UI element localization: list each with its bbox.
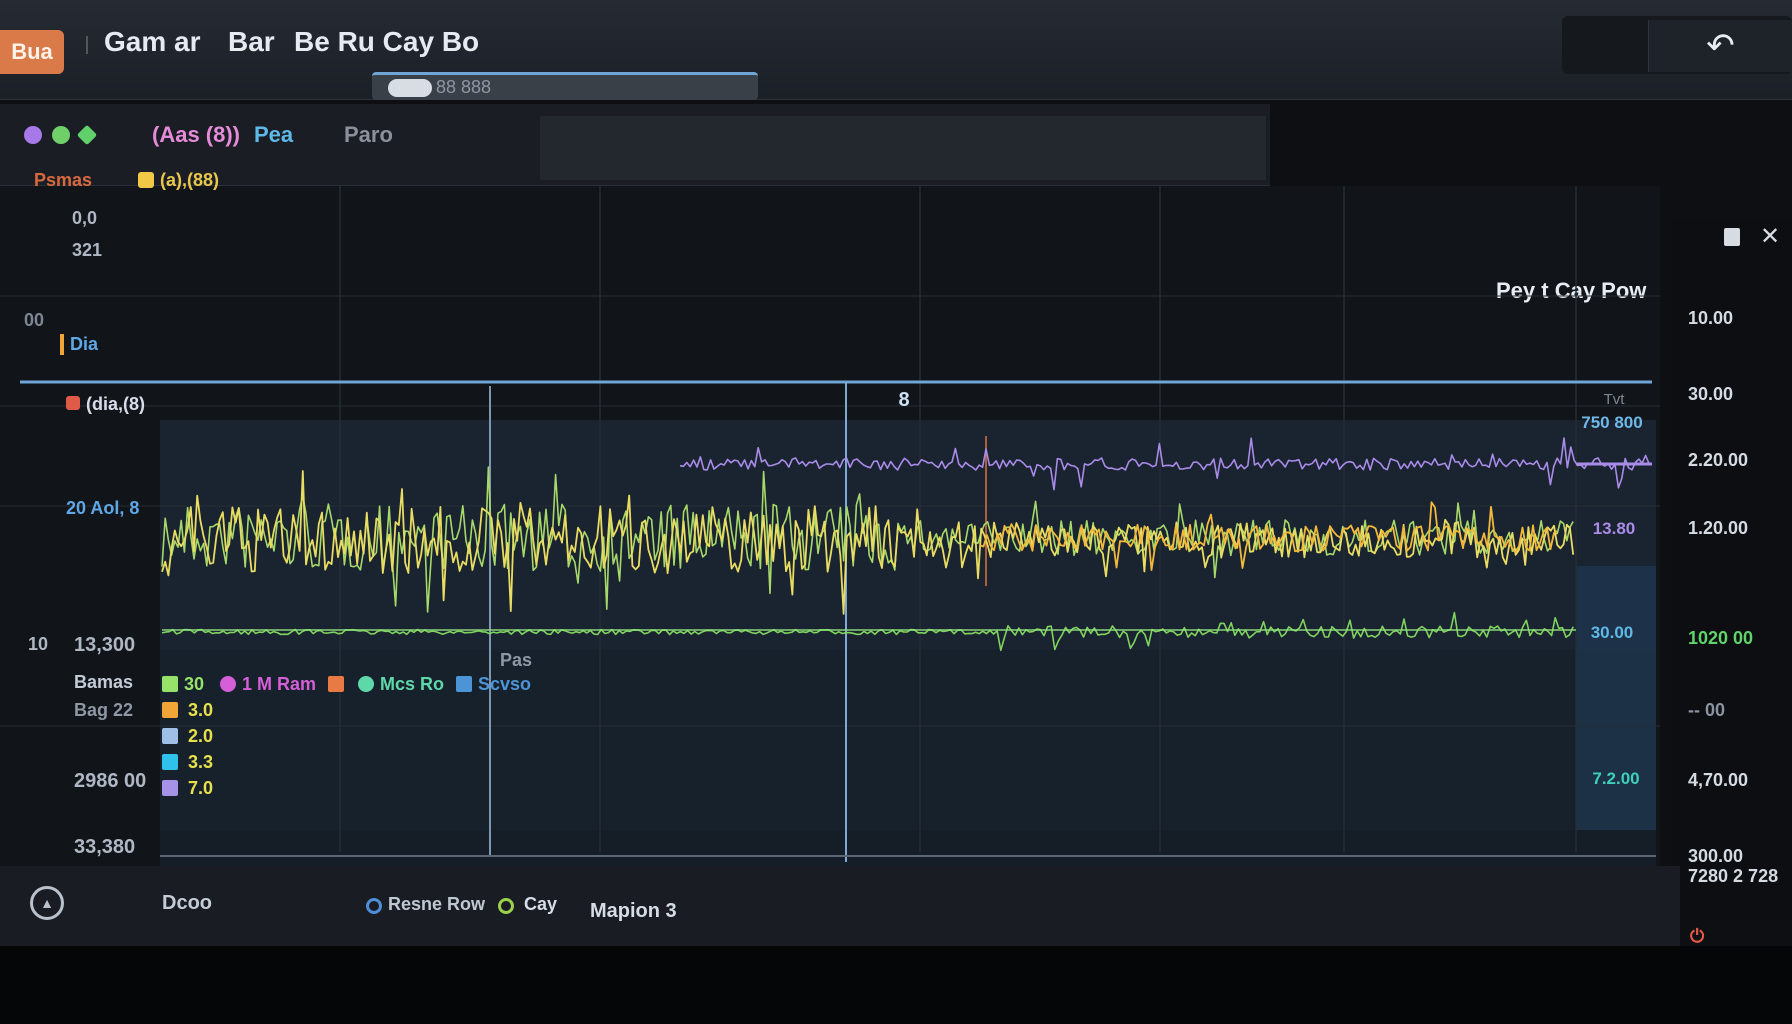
save-icon[interactable] <box>1724 228 1740 246</box>
lower-text-1: Bamas <box>74 672 134 692</box>
brand-button[interactable]: Bua <box>0 30 64 74</box>
list-swatch-1 <box>162 728 178 744</box>
legend-label-1: 1 M Ram <box>242 674 317 694</box>
series-label: (dia,(8) <box>66 394 145 415</box>
tab-2[interactable]: Pea <box>254 122 293 148</box>
legend-swatch-1[interactable] <box>220 676 236 692</box>
right-axis-label-2: 2.20.00 <box>1688 450 1749 470</box>
timeline-scrubber[interactable]: 88 888 <box>372 72 758 100</box>
menu-item-3[interactable]: Be Ru Cay Bo <box>294 26 479 58</box>
list-swatch-0 <box>162 702 178 718</box>
list-swatch-3 <box>162 780 178 796</box>
legend-swatch-3[interactable] <box>358 676 374 692</box>
undo-icon: ↶ <box>1706 27 1735 65</box>
mapping-label: Mapion 3 <box>590 900 677 922</box>
lower-value-1: 13,300 <box>74 634 136 656</box>
lower-text-2: Bag 22 <box>74 700 134 720</box>
lower-value-2: 2986 00 <box>74 770 147 792</box>
radio-2-icon[interactable] <box>498 898 514 914</box>
inline-label-3: 7.2.00 <box>1592 769 1639 788</box>
legend-swatch-2[interactable] <box>328 676 344 692</box>
legend-label-3: Mcs Ro <box>380 674 445 694</box>
scrubber-value: 88 888 <box>436 77 492 97</box>
legend-label-4: Scvso <box>478 674 532 694</box>
legend-swatch-4[interactable] <box>456 676 472 692</box>
menu-item-1[interactable]: Gam ar <box>104 26 201 58</box>
right-axis-label-1: 30.00 <box>1688 384 1734 404</box>
status-bar <box>0 866 1680 946</box>
right-axis-label-7: 300.00 <box>1688 846 1744 866</box>
inline-label-1: 13.80 <box>1593 519 1636 538</box>
row-label: 10 <box>28 634 49 654</box>
app-logo-icon: ▲ <box>30 886 64 920</box>
right-axis-label-4: 1020 00 <box>1688 628 1754 648</box>
marker-label: 8 <box>898 389 909 411</box>
list-value-0: 3.0 <box>188 700 214 720</box>
legend-label-0: 30 <box>184 674 205 694</box>
purple-dot-icon[interactable] <box>24 126 42 144</box>
inline-label-0: 750 800 <box>1581 413 1642 432</box>
scrubber-knob[interactable] <box>388 79 432 97</box>
right-axis-label-6: 4,70.00 <box>1688 770 1749 790</box>
menu-item-2[interactable]: Bar <box>228 26 275 58</box>
top-right-label: Tvt <box>1604 391 1626 408</box>
status-right-text: 7280 2 728 <box>1688 866 1779 886</box>
undo-button[interactable]: ↶ <box>1648 20 1792 72</box>
list-value-2: 3.3 <box>188 752 214 772</box>
legend-swatch-0[interactable] <box>162 676 178 692</box>
radio-2-label[interactable]: Cay <box>524 894 557 915</box>
waveform-chart[interactable]: 00800102000 32110040750 80013.8030.007.2… <box>0 186 1672 886</box>
inline-label-2: 30.00 <box>1591 623 1634 642</box>
radio-1-icon[interactable] <box>366 898 382 914</box>
tab-3[interactable]: Paro <box>344 122 393 148</box>
list-swatch-2 <box>162 754 178 770</box>
tab-1[interactable]: (Aas (8)) <box>152 122 240 148</box>
radio-1-label[interactable]: Resne Row <box>388 894 485 915</box>
list-value-3: 7.0 <box>188 778 214 798</box>
tab-row-fill <box>540 116 1266 180</box>
right-axis-label-0: 10.00 <box>1688 308 1734 328</box>
lower-value-3: 33,380 <box>74 836 136 858</box>
mid-label: 20 Aol, 8 <box>66 498 140 518</box>
top-toolbar: Bua Gam ar Bar Be Ru Cay Bo 88 888 ↶ <box>0 0 1792 100</box>
bottom-bezel <box>0 946 1792 1024</box>
series-label-text: (dia,(8) <box>86 394 146 414</box>
rec-indicator-icon[interactable]: ⏻ <box>1690 926 1704 947</box>
right-axis-label-3: 1.20.00 <box>1688 518 1749 538</box>
green-dot-icon[interactable] <box>52 126 70 144</box>
list-value-1: 2.0 <box>188 726 214 746</box>
check-icon[interactable] <box>76 124 98 146</box>
plot-highlight <box>1576 566 1656 830</box>
series-swatch <box>66 396 80 410</box>
status-left-text: Dcoo <box>162 892 212 914</box>
close-icon[interactable]: ✕ <box>1760 222 1780 251</box>
right-axis-label-5: -- 00 <box>1688 700 1726 720</box>
legend-header: Pas <box>500 650 533 670</box>
menu-divider <box>86 36 88 54</box>
